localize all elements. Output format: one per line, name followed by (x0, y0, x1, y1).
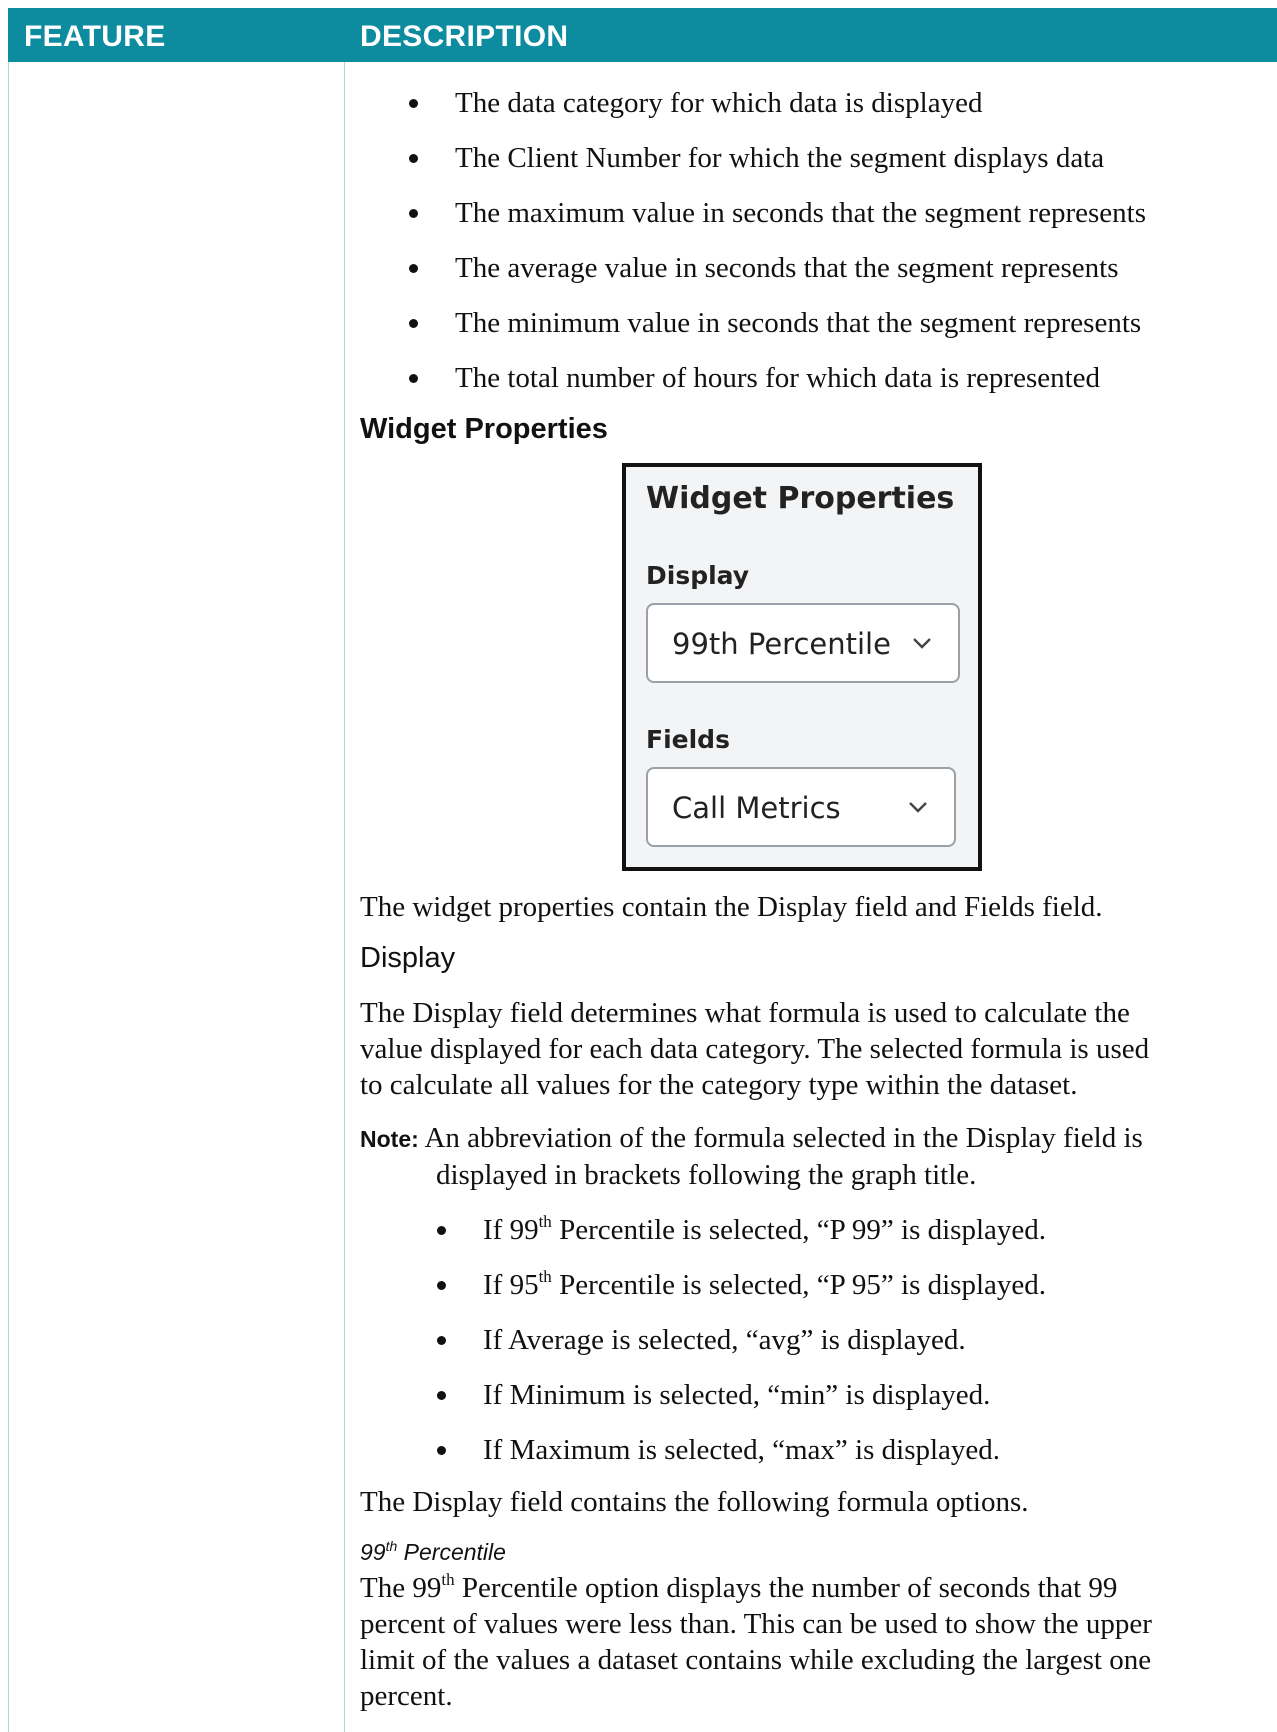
paragraph-line: The 99th Percentile option displays the … (360, 1570, 1118, 1604)
display-select-value: 99th Percentile (672, 627, 891, 661)
widget-title: Widget Properties (646, 481, 955, 516)
chevron-down-icon (909, 802, 927, 813)
fields-label: Fields (646, 725, 730, 754)
list-item: The Client Number for which the segment … (455, 142, 1105, 174)
options-paragraph: The Display field contains the following… (360, 1486, 1029, 1518)
list-item: If Minimum is selected, “min” is display… (483, 1379, 991, 1411)
note-block: Note: An abbreviation of the formula sel… (360, 1120, 1143, 1193)
p99-paragraph: The 99th Percentile option displays the … (360, 1570, 1152, 1714)
bullet-dot (437, 1391, 446, 1400)
list-item: The average value in seconds that the se… (455, 252, 1119, 284)
note-line: An abbreviation of the formula selected … (424, 1122, 1143, 1154)
widget-properties-screenshot: Widget Properties Display 99th Percentil… (622, 463, 982, 871)
bullet-dot (409, 209, 418, 218)
display-heading: Display (360, 942, 456, 974)
paragraph-line: to calculate all values for the category… (360, 1069, 1078, 1101)
display-select[interactable]: 99th Percentile (646, 603, 960, 683)
list-item: If Average is selected, “avg” is display… (483, 1324, 966, 1356)
list-item: The maximum value in seconds that the se… (455, 197, 1146, 229)
bullet-dot (409, 154, 418, 163)
bullet-dot (437, 1281, 446, 1290)
header-feature: FEATURE (24, 20, 166, 53)
list-item: If Maximum is selected, “max” is display… (483, 1434, 1001, 1466)
bullet-dot (437, 1226, 446, 1235)
list-item: The total number of hours for which data… (455, 362, 1101, 394)
paragraph-line: percent. (360, 1680, 453, 1712)
note-label: Note: (360, 1126, 419, 1152)
section-heading: Widget Properties (360, 413, 608, 445)
table-header: FEATURE DESCRIPTION (8, 8, 1277, 62)
list-item: The data category for which data is disp… (455, 87, 983, 119)
bullet-dot (409, 374, 418, 383)
bullet-dot (409, 99, 418, 108)
chevron-down-icon (913, 638, 931, 649)
column-divider (344, 62, 345, 1732)
paragraph-line: The Display field determines what formul… (360, 997, 1130, 1029)
fields-select-value: Call Metrics (672, 791, 841, 825)
bullet-dot (409, 319, 418, 328)
table-left-border (8, 62, 9, 1732)
display-label: Display (646, 561, 750, 590)
fields-select[interactable]: Call Metrics (646, 767, 956, 847)
p99-heading: 99th Percentile (360, 1538, 506, 1565)
bullet-dot (437, 1446, 446, 1455)
bullet-dot (437, 1336, 446, 1345)
display-paragraph: The Display field determines what formul… (360, 995, 1149, 1103)
note-line: displayed in brackets following the grap… (436, 1159, 977, 1191)
list-item: If 95th Percentile is selected, “P 95” i… (483, 1267, 1047, 1301)
intro-paragraph: The widget properties contain the Displa… (360, 891, 1103, 923)
paragraph-line: limit of the values a dataset contains w… (360, 1644, 1152, 1676)
paragraph-line: value displayed for each data category. … (360, 1033, 1150, 1065)
paragraph-line: percent of values were less than. This c… (360, 1608, 1152, 1640)
list-item: The minimum value in seconds that the se… (455, 307, 1142, 339)
header-description: DESCRIPTION (360, 20, 569, 53)
list-item: If 99th Percentile is selected, “P 99” i… (483, 1212, 1047, 1246)
bullet-dot (409, 264, 418, 273)
